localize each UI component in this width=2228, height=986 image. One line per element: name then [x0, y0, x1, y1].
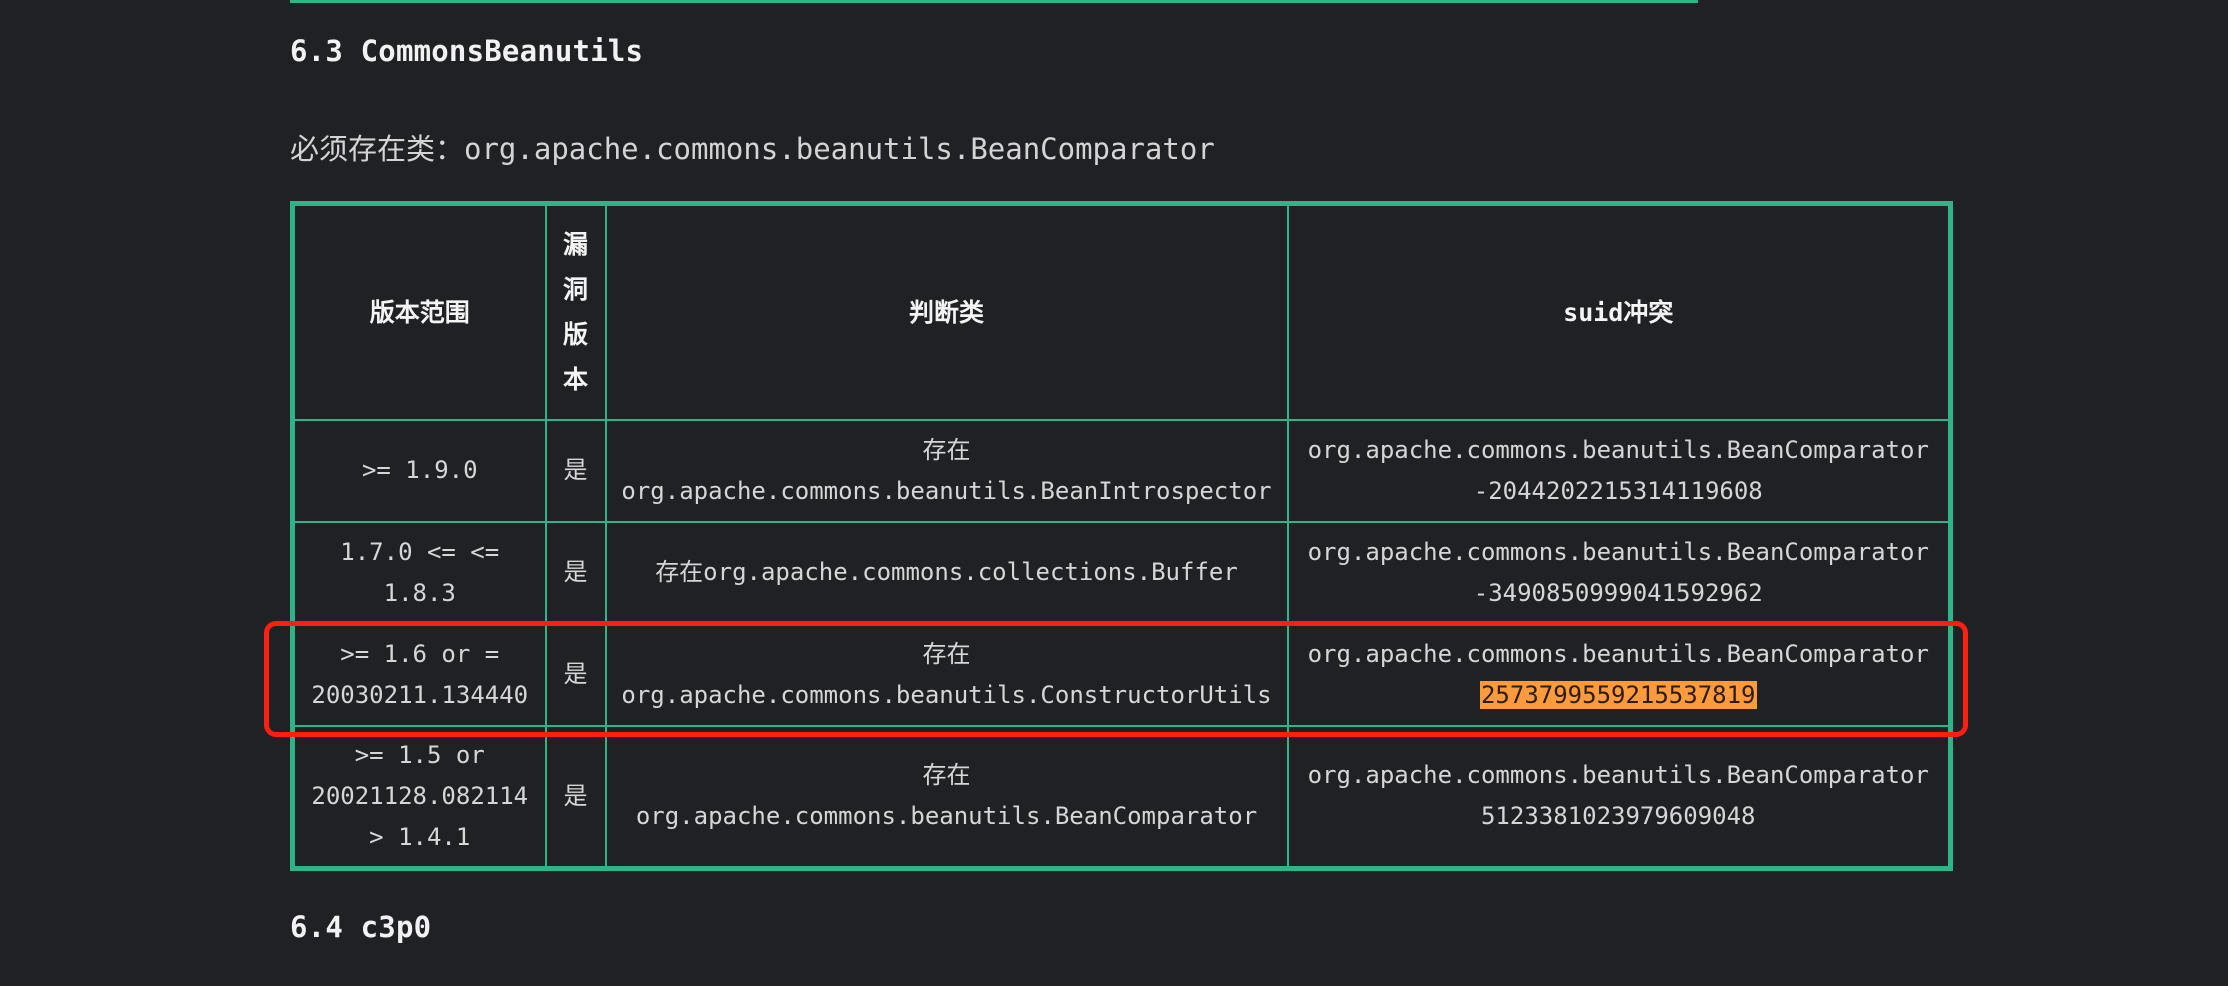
version-range-cell: >= 1.6 or = 20030211.134440: [291, 622, 547, 727]
version-range-text: 20021128.082114: [311, 781, 529, 810]
vulnerable-cell: 是: [544, 520, 607, 625]
header-detect-class: 判断类: [604, 202, 1289, 421]
table-header-row: 版本范围 漏洞版本 判断类 suid冲突: [291, 202, 1952, 421]
required-class-prefix: 必须存在类：: [290, 132, 465, 166]
detect-class-cell: 存在 org.apache.commons.beanutils.BeanIntr…: [604, 418, 1289, 523]
commons-beanutils-table: 版本范围 漏洞版本 判断类 suid冲突 >= 1.9.0 是 存在 org.a…: [290, 201, 1953, 871]
version-range-text: 1.7.0 <= <=: [340, 537, 500, 566]
detect-class-cell: 存在org.apache.commons.collections.Buffer: [604, 520, 1289, 625]
suid-value-text: -2044202215314119608: [1473, 476, 1763, 505]
version-range-text: 20030211.134440: [311, 680, 529, 709]
detect-class-text: org.apache.commons.beanutils.BeanCompara…: [635, 802, 1258, 831]
version-range-text: > 1.4.1: [369, 822, 471, 851]
suid-value-line: 2573799559215537819: [1301, 675, 1937, 716]
table-row: 1.7.0 <= <= 1.8.3 是 存在org.apache.commons…: [291, 520, 1952, 625]
detect-class-cell: 存在 org.apache.commons.beanutils.BeanComp…: [604, 724, 1289, 870]
version-range-cell: >= 1.5 or 20021128.082114 > 1.4.1: [291, 724, 547, 870]
detect-class-text: 存在: [922, 435, 971, 464]
table-row: >= 1.9.0 是 存在 org.apache.commons.beanuti…: [291, 418, 1952, 523]
suid-class-text: org.apache.commons.beanutils.BeanCompara…: [1307, 537, 1929, 566]
header-version-range: 版本范围: [291, 202, 547, 421]
version-range-text: 1.8.3: [383, 578, 456, 607]
version-range-text: >= 1.5 or: [354, 740, 485, 769]
header-suid-conflict: suid冲突: [1286, 202, 1952, 421]
header-vulnerable-version: 漏洞版本: [544, 202, 607, 421]
detect-class-text: 存在: [922, 639, 971, 668]
version-table: 版本范围 漏洞版本 判断类 suid冲突 >= 1.9.0 是 存在 org.a…: [290, 201, 1953, 871]
detect-class-text: 存在org.apache.commons.collections.Buffer: [655, 558, 1238, 586]
section-heading-6-4: 6.4 c3p0: [290, 910, 432, 944]
vulnerable-cell: 是: [544, 724, 607, 870]
table-row: >= 1.5 or 20021128.082114 > 1.4.1 是 存在 o…: [291, 724, 1952, 870]
header-vulnerable-version-text: 漏洞版本: [562, 230, 588, 395]
vulnerable-cell: 是: [544, 622, 607, 727]
suid-class-text: org.apache.commons.beanutils.BeanCompara…: [1307, 761, 1929, 790]
suid-conflict-cell: org.apache.commons.beanutils.BeanCompara…: [1286, 724, 1952, 870]
required-class-name: org.apache.commons.beanutils.BeanCompara…: [464, 132, 1215, 166]
version-range-cell: >= 1.9.0: [291, 418, 547, 523]
suid-conflict-cell: org.apache.commons.beanutils.BeanCompara…: [1286, 520, 1952, 625]
suid-class-text: org.apache.commons.beanutils.BeanCompara…: [1307, 435, 1929, 464]
required-class-line: 必须存在类：org.apache.commons.beanutils.BeanC…: [290, 126, 1215, 168]
detect-class-text: org.apache.commons.beanutils.Constructor…: [621, 680, 1272, 709]
table-row-highlighted: >= 1.6 or = 20030211.134440 是 存在 org.apa…: [291, 622, 1952, 727]
suid-conflict-cell: org.apache.commons.beanutils.BeanCompara…: [1286, 418, 1952, 523]
detect-class-text: org.apache.commons.beanutils.BeanIntrosp…: [621, 476, 1272, 505]
section-heading-6-3: 6.3 CommonsBeanutils: [290, 34, 644, 68]
vulnerable-cell: 是: [544, 418, 607, 523]
detect-class-cell: 存在 org.apache.commons.beanutils.Construc…: [604, 622, 1289, 727]
version-range-text: >= 1.6 or =: [340, 639, 500, 668]
version-range-text: >= 1.9.0: [361, 456, 478, 484]
suid-class-text: org.apache.commons.beanutils.BeanCompara…: [1307, 639, 1929, 668]
suid-conflict-cell: org.apache.commons.beanutils.BeanCompara…: [1286, 622, 1952, 727]
version-range-cell: 1.7.0 <= <= 1.8.3: [291, 520, 547, 625]
detect-class-text: 存在: [922, 761, 971, 790]
top-divider: [290, 0, 1698, 3]
suid-value-text: -3490850999041592962: [1473, 578, 1763, 607]
highlighted-suid-value: 2573799559215537819: [1479, 680, 1757, 709]
suid-value-text: 5123381023979609048: [1480, 802, 1756, 831]
